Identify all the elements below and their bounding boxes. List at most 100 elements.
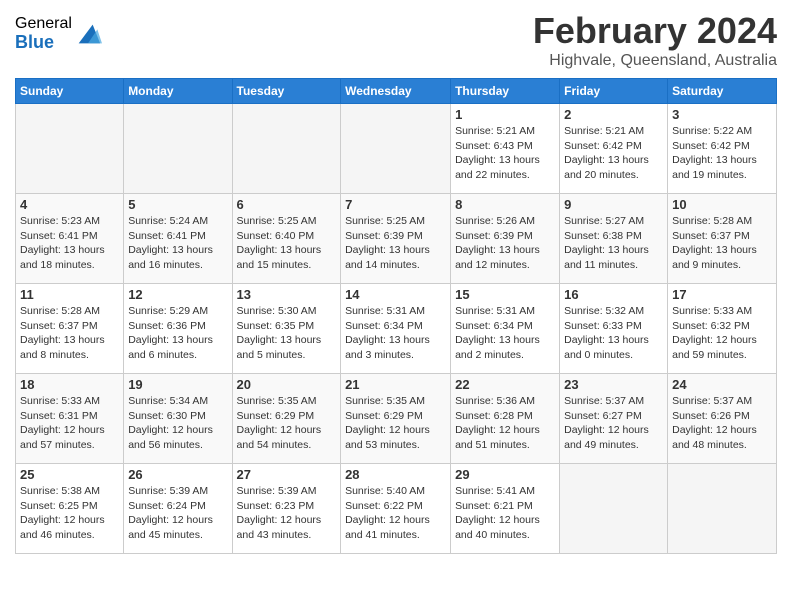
logo-icon: [74, 20, 102, 48]
day-info: Sunrise: 5:26 AMSunset: 6:39 PMDaylight:…: [455, 214, 555, 273]
calendar-cell: 22Sunrise: 5:36 AMSunset: 6:28 PMDayligh…: [451, 374, 560, 464]
day-info: Sunrise: 5:37 AMSunset: 6:27 PMDaylight:…: [564, 394, 663, 453]
day-number: 22: [455, 377, 555, 392]
day-header-sunday: Sunday: [16, 79, 124, 104]
day-info: Sunrise: 5:33 AMSunset: 6:31 PMDaylight:…: [20, 394, 119, 453]
logo: General Blue: [15, 15, 102, 52]
calendar-cell: 11 Sunrise: 5:28 AMSunset: 6:37 PMDayligh…: [16, 284, 124, 374]
day-info: Sunrise: 5:35 AMSunset: 6:29 PMDaylight:…: [345, 394, 446, 453]
calendar-week-row: 4 Sunrise: 5:23 AMSunset: 6:41 PMDaylight…: [16, 194, 777, 284]
day-number: 27: [237, 467, 337, 482]
day-number: 16: [564, 287, 663, 302]
logo-general: General: [15, 15, 72, 33]
day-info: Sunrise: 5:25 AMSunset: 6:39 PMDaylight:…: [345, 214, 446, 273]
calendar-cell: [232, 104, 341, 194]
calendar-week-row: 1 Sunrise: 5:21 AMSunset: 6:43 PMDaylight…: [16, 104, 777, 194]
day-info: Sunrise: 5:38 AMSunset: 6:25 PMDaylight:…: [20, 484, 119, 543]
location-title: Highvale, Queensland, Australia: [533, 52, 777, 70]
day-number: 4: [20, 197, 119, 212]
day-number: 14: [345, 287, 446, 302]
calendar-cell: 15 Sunrise: 5:31 AMSunset: 6:34 PMDayligh…: [451, 284, 560, 374]
day-header-friday: Friday: [560, 79, 668, 104]
day-info: Sunrise: 5:23 AMSunset: 6:41 PMDaylight:…: [20, 214, 119, 273]
calendar-cell: 14 Sunrise: 5:31 AMSunset: 6:34 PMDayligh…: [341, 284, 451, 374]
calendar-cell: 21 Sunrise: 5:35 AMSunset: 6:29 PMDayligh…: [341, 374, 451, 464]
day-header-monday: Monday: [124, 79, 232, 104]
day-header-tuesday: Tuesday: [232, 79, 341, 104]
calendar-cell: 9Sunrise: 5:27 AMSunset: 6:38 PMDaylight…: [560, 194, 668, 284]
day-number: 6: [237, 197, 337, 212]
calendar-cell: [16, 104, 124, 194]
day-number: 3: [672, 107, 772, 122]
month-title: February 2024: [533, 10, 777, 52]
day-number: 26: [128, 467, 227, 482]
calendar-cell: [341, 104, 451, 194]
day-number: 10: [672, 197, 772, 212]
calendar-cell: 3 Sunrise: 5:22 AMSunset: 6:42 PMDaylight…: [668, 104, 777, 194]
day-number: 29: [455, 467, 555, 482]
calendar-cell: 17 Sunrise: 5:33 AMSunset: 6:32 PMDayligh…: [668, 284, 777, 374]
day-info: Sunrise: 5:21 AMSunset: 6:43 PMDaylight:…: [455, 124, 555, 183]
calendar-cell: 4 Sunrise: 5:23 AMSunset: 6:41 PMDaylight…: [16, 194, 124, 284]
calendar-cell: 23Sunrise: 5:37 AMSunset: 6:27 PMDayligh…: [560, 374, 668, 464]
day-info: Sunrise: 5:34 AMSunset: 6:30 PMDaylight:…: [128, 394, 227, 453]
calendar-cell: 12 Sunrise: 5:29 AMSunset: 6:36 PMDayligh…: [124, 284, 232, 374]
calendar-cell: 29 Sunrise: 5:41 AMSunset: 6:21 PMDayligh…: [451, 464, 560, 554]
day-info: Sunrise: 5:27 AMSunset: 6:38 PMDaylight:…: [564, 214, 663, 273]
day-number: 13: [237, 287, 337, 302]
calendar-week-row: 11 Sunrise: 5:28 AMSunset: 6:37 PMDayligh…: [16, 284, 777, 374]
day-info: Sunrise: 5:28 AMSunset: 6:37 PMDaylight:…: [20, 304, 119, 363]
page-header: General Blue February 2024 Highvale, Que…: [15, 10, 777, 70]
day-number: 21: [345, 377, 446, 392]
calendar-cell: 2Sunrise: 5:21 AMSunset: 6:42 PMDaylight…: [560, 104, 668, 194]
calendar-cell: [560, 464, 668, 554]
day-number: 17: [672, 287, 772, 302]
day-number: 11: [20, 287, 119, 302]
day-info: Sunrise: 5:33 AMSunset: 6:32 PMDaylight:…: [672, 304, 772, 363]
day-info: Sunrise: 5:39 AMSunset: 6:23 PMDaylight:…: [237, 484, 337, 543]
day-number: 7: [345, 197, 446, 212]
day-info: Sunrise: 5:25 AMSunset: 6:40 PMDaylight:…: [237, 214, 337, 273]
day-info: Sunrise: 5:28 AMSunset: 6:37 PMDaylight:…: [672, 214, 772, 273]
calendar-cell: 13 Sunrise: 5:30 AMSunset: 6:35 PMDayligh…: [232, 284, 341, 374]
day-info: Sunrise: 5:21 AMSunset: 6:42 PMDaylight:…: [564, 124, 663, 183]
day-number: 19: [128, 377, 227, 392]
calendar-cell: 7 Sunrise: 5:25 AMSunset: 6:39 PMDaylight…: [341, 194, 451, 284]
day-header-wednesday: Wednesday: [341, 79, 451, 104]
day-number: 15: [455, 287, 555, 302]
day-info: Sunrise: 5:39 AMSunset: 6:24 PMDaylight:…: [128, 484, 227, 543]
calendar-cell: 27 Sunrise: 5:39 AMSunset: 6:23 PMDayligh…: [232, 464, 341, 554]
calendar-cell: 18 Sunrise: 5:33 AMSunset: 6:31 PMDayligh…: [16, 374, 124, 464]
title-area: February 2024 Highvale, Queensland, Aust…: [533, 10, 777, 70]
calendar-cell: [668, 464, 777, 554]
calendar-cell: 20Sunrise: 5:35 AMSunset: 6:29 PMDayligh…: [232, 374, 341, 464]
day-number: 25: [20, 467, 119, 482]
calendar-cell: 10 Sunrise: 5:28 AMSunset: 6:37 PMDayligh…: [668, 194, 777, 284]
day-info: Sunrise: 5:31 AMSunset: 6:34 PMDaylight:…: [455, 304, 555, 363]
day-header-saturday: Saturday: [668, 79, 777, 104]
day-number: 24: [672, 377, 772, 392]
calendar-week-row: 18 Sunrise: 5:33 AMSunset: 6:31 PMDayligh…: [16, 374, 777, 464]
day-number: 8: [455, 197, 555, 212]
day-number: 12: [128, 287, 227, 302]
day-number: 18: [20, 377, 119, 392]
calendar-cell: 26 Sunrise: 5:39 AMSunset: 6:24 PMDayligh…: [124, 464, 232, 554]
day-info: Sunrise: 5:29 AMSunset: 6:36 PMDaylight:…: [128, 304, 227, 363]
day-number: 1: [455, 107, 555, 122]
day-info: Sunrise: 5:32 AMSunset: 6:33 PMDaylight:…: [564, 304, 663, 363]
day-info: Sunrise: 5:37 AMSunset: 6:26 PMDaylight:…: [672, 394, 772, 453]
day-info: Sunrise: 5:31 AMSunset: 6:34 PMDaylight:…: [345, 304, 446, 363]
calendar-cell: 1 Sunrise: 5:21 AMSunset: 6:43 PMDaylight…: [451, 104, 560, 194]
day-header-thursday: Thursday: [451, 79, 560, 104]
calendar-cell: 16 Sunrise: 5:32 AMSunset: 6:33 PMDayligh…: [560, 284, 668, 374]
day-number: 28: [345, 467, 446, 482]
day-info: Sunrise: 5:30 AMSunset: 6:35 PMDaylight:…: [237, 304, 337, 363]
calendar-cell: 28 Sunrise: 5:40 AMSunset: 6:22 PMDayligh…: [341, 464, 451, 554]
day-number: 20: [237, 377, 337, 392]
day-info: Sunrise: 5:41 AMSunset: 6:21 PMDaylight:…: [455, 484, 555, 543]
calendar-cell: 19 Sunrise: 5:34 AMSunset: 6:30 PMDayligh…: [124, 374, 232, 464]
day-info: Sunrise: 5:40 AMSunset: 6:22 PMDaylight:…: [345, 484, 446, 543]
calendar-table: SundayMondayTuesdayWednesdayThursdayFrid…: [15, 78, 777, 554]
calendar-header-row: SundayMondayTuesdayWednesdayThursdayFrid…: [16, 79, 777, 104]
day-info: Sunrise: 5:22 AMSunset: 6:42 PMDaylight:…: [672, 124, 772, 183]
